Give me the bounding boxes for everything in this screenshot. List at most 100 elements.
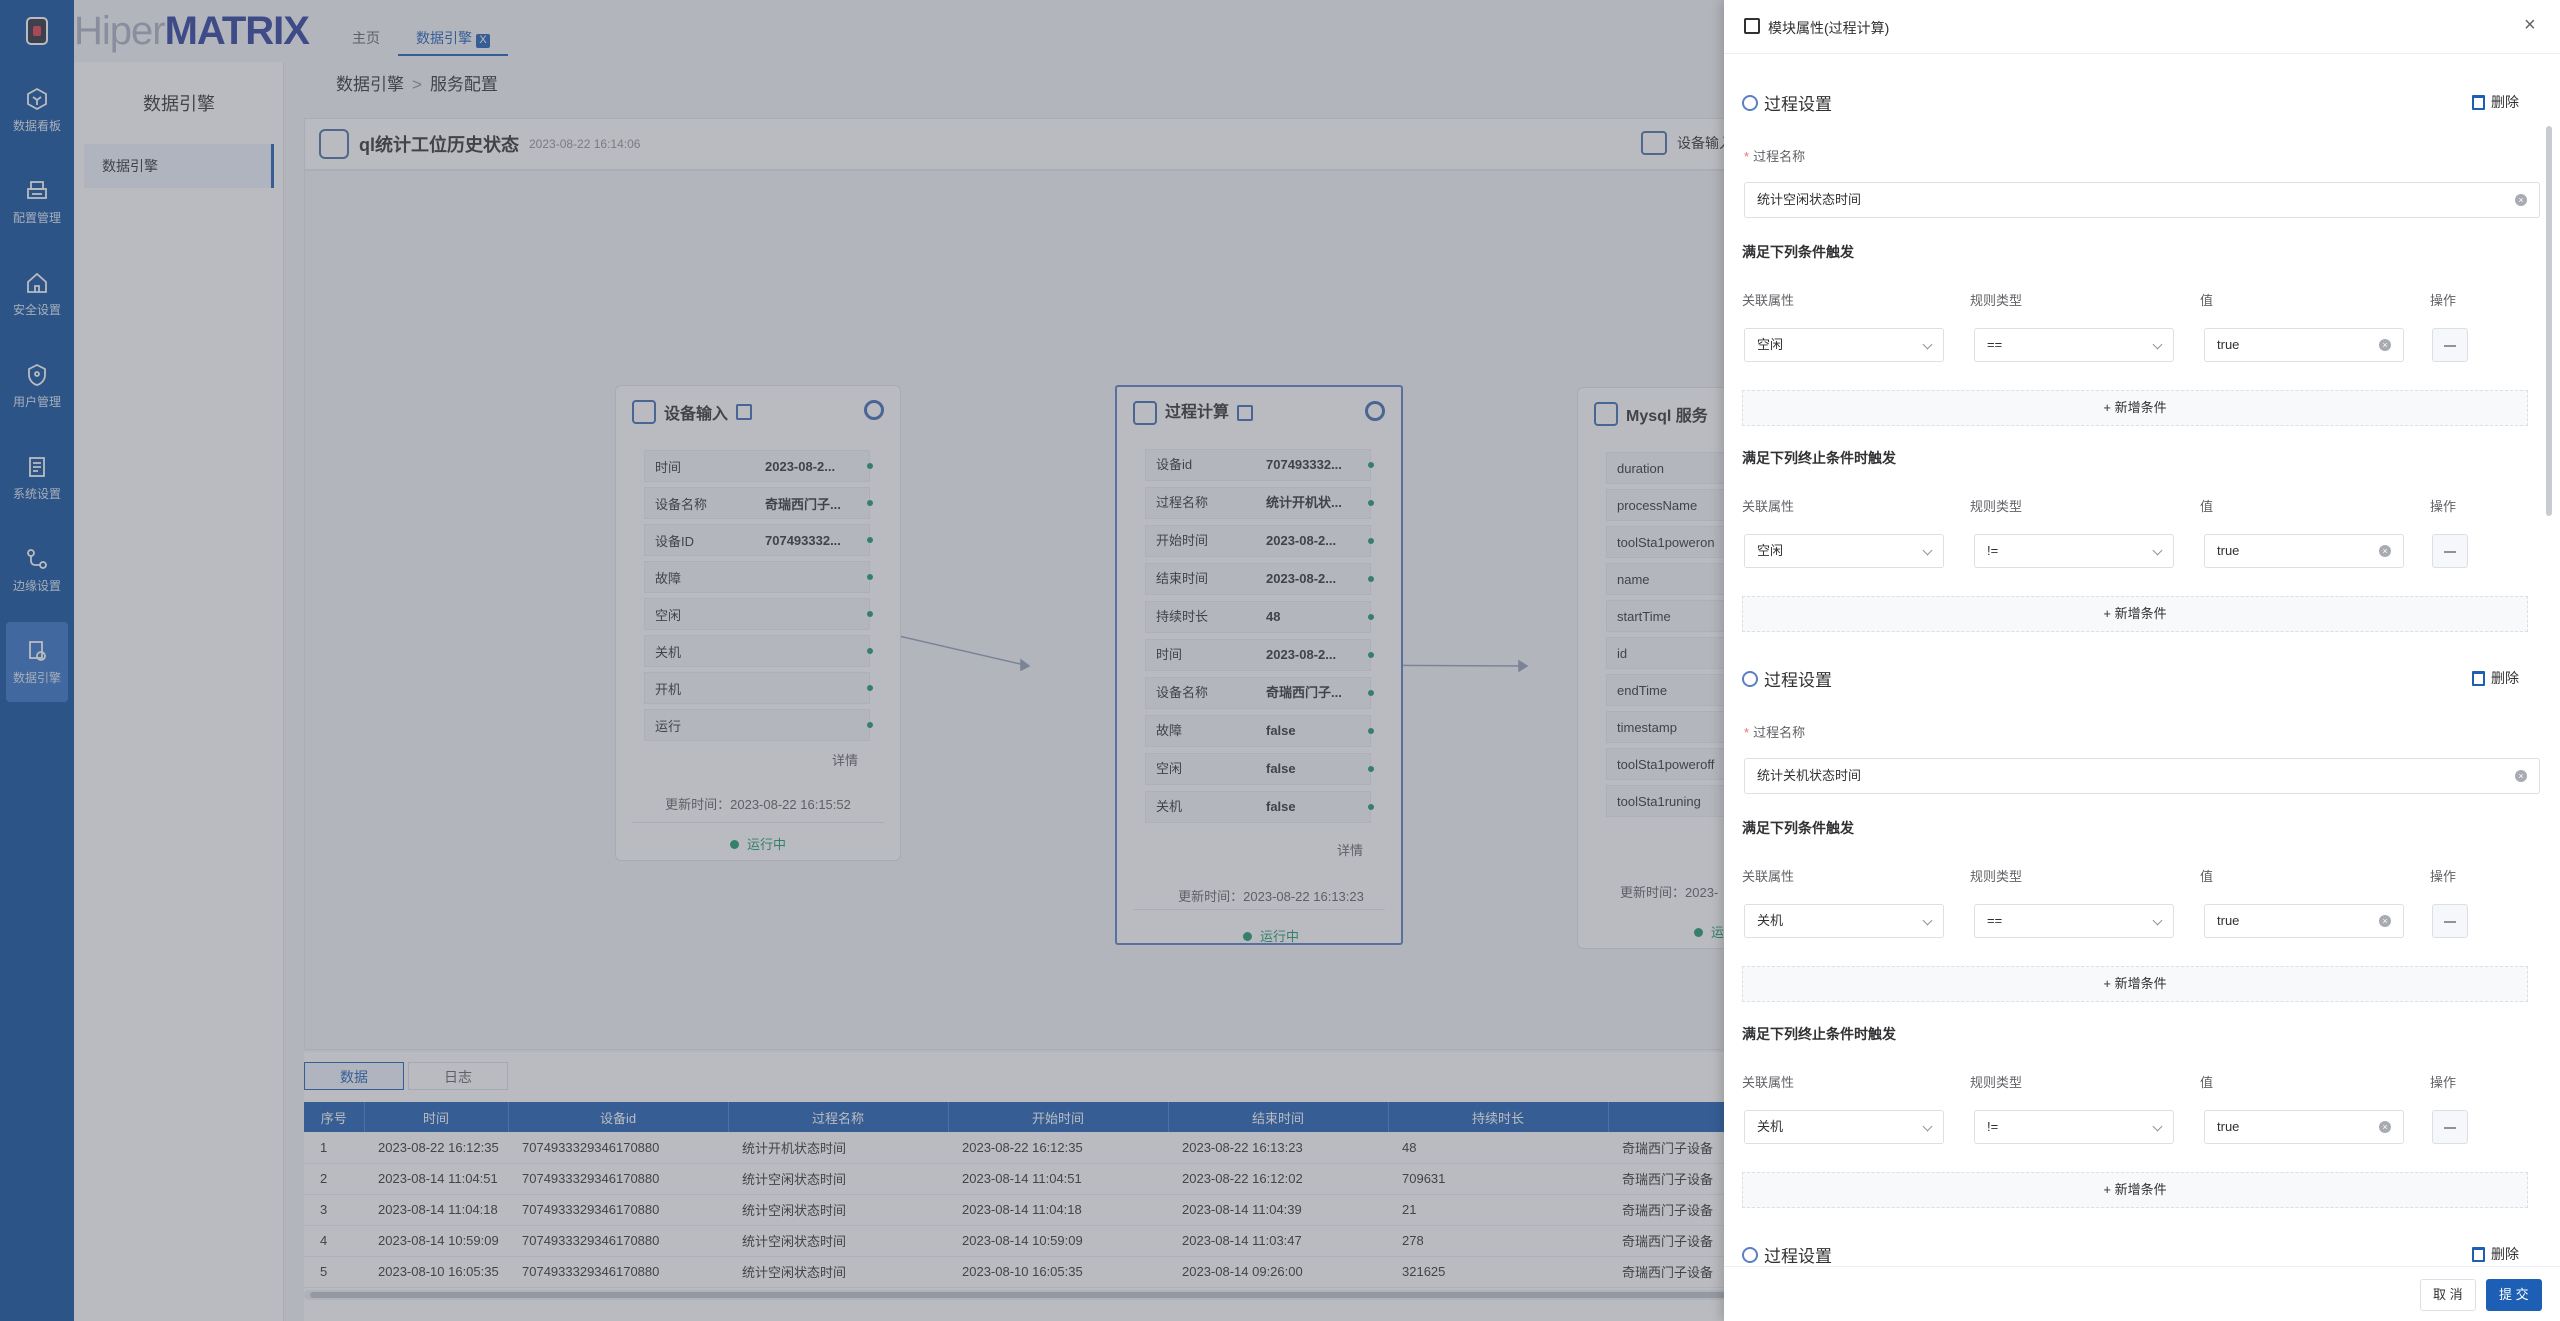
column-label: 关联属性 (1742, 293, 1795, 308)
section-header: 过程设置 (1742, 666, 1832, 691)
trash-icon (2472, 1246, 2485, 1262)
document-icon (1744, 18, 1760, 34)
settings-icon (1742, 1246, 1758, 1263)
column-label: 值 (2200, 1075, 2214, 1090)
input-value: true (2217, 543, 2240, 558)
attr-select[interactable]: 空闲 (1744, 534, 1944, 568)
condition-heading: 满足下列终止条件时触发 (1742, 1026, 1896, 1042)
attr-select[interactable]: 空闲 (1744, 328, 1944, 362)
section-title: 过程设置 (1764, 1247, 1832, 1266)
field-label: 过程名称 (1744, 146, 1805, 165)
clear-icon[interactable]: × (2515, 194, 2527, 206)
select-value: 空闲 (1757, 337, 1784, 352)
chevron-down-icon (1922, 915, 1933, 926)
column-label: 规则类型 (1970, 1075, 2023, 1090)
value-input[interactable]: true × (2204, 1110, 2404, 1144)
section-header: 过程设置 (1742, 90, 1832, 115)
condition-heading: 满足下列条件触发 (1742, 244, 1854, 260)
drawer-body[interactable]: 过程设置 删除 过程名称 统计空闲状态时间 × 满足下列条件触发 关联属性 规则类… (1724, 54, 2560, 1266)
remove-condition-button[interactable] (2432, 1110, 2468, 1144)
value-input[interactable]: true × (2204, 534, 2404, 568)
section-title: 过程设置 (1764, 95, 1832, 114)
remove-condition-button[interactable] (2432, 904, 2468, 938)
modal-overlay[interactable] (0, 0, 1724, 1321)
add-condition-button[interactable]: + 新增条件 (1742, 390, 2528, 426)
column-label: 操作 (2430, 1075, 2457, 1090)
delete-label: 删除 (2491, 1246, 2519, 1262)
select-value: != (1987, 1119, 1999, 1134)
drawer-header: 模块属性(过程计算) × (1724, 0, 2560, 54)
input-value: true (2217, 1119, 2240, 1134)
vertical-scrollbar[interactable] (2546, 126, 2552, 516)
remove-condition-button[interactable] (2432, 328, 2468, 362)
column-label: 操作 (2430, 499, 2457, 514)
chevron-down-icon (2152, 339, 2163, 350)
column-label: 值 (2200, 499, 2214, 514)
column-label: 规则类型 (1970, 293, 2023, 308)
clear-icon[interactable]: × (2379, 1121, 2391, 1133)
chevron-down-icon (2152, 915, 2163, 926)
attr-select[interactable]: 关机 (1744, 1110, 1944, 1144)
input-value: true (2217, 913, 2240, 928)
field-label: 过程名称 (1744, 722, 1805, 741)
section-title: 过程设置 (1764, 671, 1832, 690)
cancel-button[interactable]: 取 消 (2420, 1279, 2476, 1311)
select-value: != (1987, 543, 1999, 558)
column-label: 关联属性 (1742, 869, 1795, 884)
remove-condition-button[interactable] (2432, 534, 2468, 568)
section-header: 过程设置 (1742, 1242, 1832, 1266)
clear-icon[interactable]: × (2379, 545, 2391, 557)
select-value: == (1987, 337, 2003, 352)
delete-button[interactable]: 删除 (2472, 668, 2519, 688)
input-value: true (2217, 337, 2240, 352)
clear-icon[interactable]: × (2379, 339, 2391, 351)
rule-select[interactable]: != (1974, 534, 2174, 568)
rule-select[interactable]: == (1974, 328, 2174, 362)
process-name-input[interactable]: 统计关机状态时间 × (1744, 758, 2540, 794)
column-label: 值 (2200, 293, 2214, 308)
column-label: 规则类型 (1970, 869, 2023, 884)
delete-button[interactable]: 删除 (2472, 1244, 2519, 1264)
drawer-footer: 取 消 提 交 (1724, 1266, 2560, 1321)
attr-select[interactable]: 关机 (1744, 904, 1944, 938)
chevron-down-icon (2152, 545, 2163, 556)
input-value: 统计关机状态时间 (1757, 768, 1862, 783)
chevron-down-icon (1922, 1121, 1933, 1132)
add-condition-button[interactable]: + 新增条件 (1742, 1172, 2528, 1208)
rule-select[interactable]: == (1974, 904, 2174, 938)
condition-heading: 满足下列条件触发 (1742, 820, 1854, 836)
column-label: 关联属性 (1742, 1075, 1795, 1090)
close-icon[interactable]: × (2524, 14, 2536, 37)
process-name-input[interactable]: 统计空闲状态时间 × (1744, 182, 2540, 218)
clear-icon[interactable]: × (2515, 770, 2527, 782)
trash-icon (2472, 670, 2485, 686)
drawer-title: 模块属性(过程计算) (1768, 20, 1890, 36)
column-label: 操作 (2430, 869, 2457, 884)
value-input[interactable]: true × (2204, 328, 2404, 362)
input-value: 统计空闲状态时间 (1757, 192, 1862, 207)
trash-icon (2472, 94, 2485, 110)
column-label: 规则类型 (1970, 499, 2023, 514)
rule-select[interactable]: != (1974, 1110, 2174, 1144)
chevron-down-icon (2152, 1121, 2163, 1132)
value-input[interactable]: true × (2204, 904, 2404, 938)
column-label: 关联属性 (1742, 499, 1795, 514)
settings-icon (1742, 94, 1758, 111)
column-label: 操作 (2430, 293, 2457, 308)
condition-heading: 满足下列终止条件时触发 (1742, 450, 1896, 466)
clear-icon[interactable]: × (2379, 915, 2391, 927)
submit-button[interactable]: 提 交 (2486, 1279, 2542, 1311)
column-label: 值 (2200, 869, 2214, 884)
select-value: 空闲 (1757, 543, 1784, 558)
select-value: 关机 (1757, 1119, 1784, 1134)
add-condition-button[interactable]: + 新增条件 (1742, 966, 2528, 1002)
delete-label: 删除 (2491, 670, 2519, 686)
app-root: 数据看板 配置管理 安全设置 用户管理 系统设置 边缘设置 数据引擎 Hiper… (0, 0, 2560, 1321)
delete-label: 删除 (2491, 94, 2519, 110)
add-condition-button[interactable]: + 新增条件 (1742, 596, 2528, 632)
select-value: == (1987, 913, 2003, 928)
delete-button[interactable]: 删除 (2472, 92, 2519, 112)
chevron-down-icon (1922, 339, 1933, 350)
chevron-down-icon (1922, 545, 1933, 556)
select-value: 关机 (1757, 913, 1784, 928)
